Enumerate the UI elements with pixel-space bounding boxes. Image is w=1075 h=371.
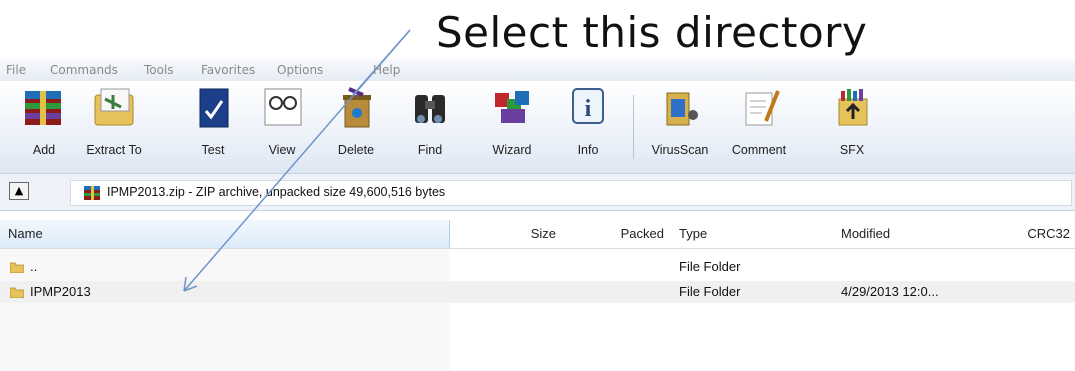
annotation-arrow xyxy=(183,29,411,292)
